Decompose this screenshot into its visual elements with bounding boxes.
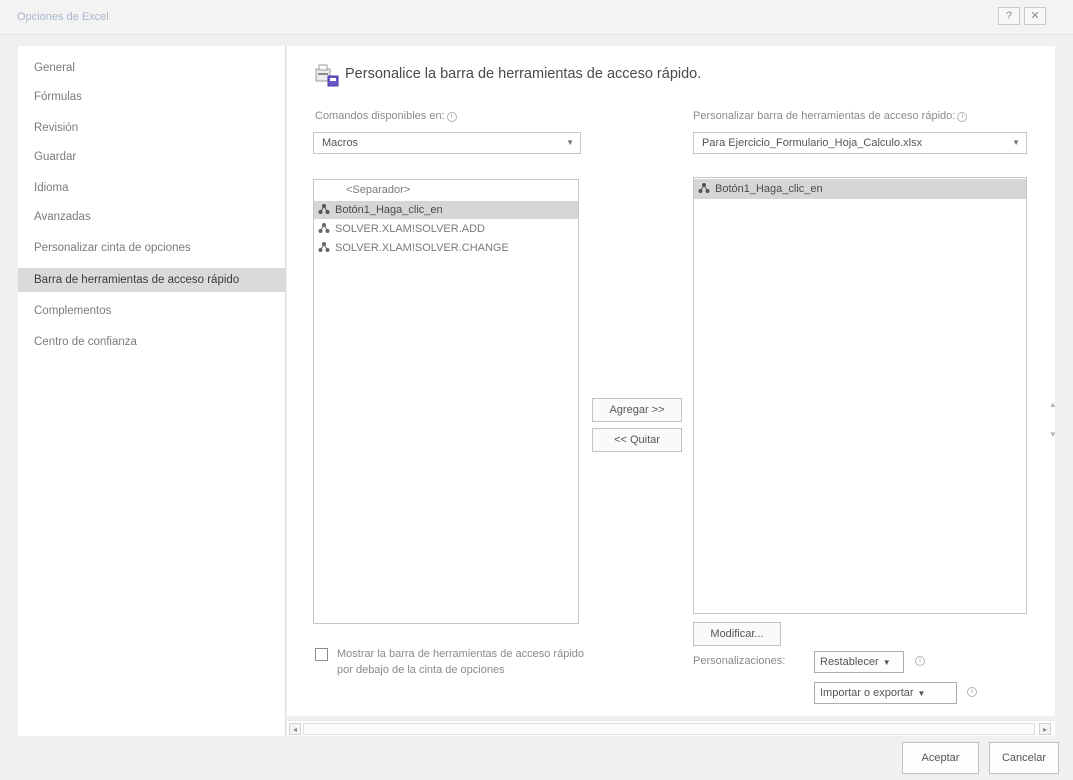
info-icon: i xyxy=(446,112,457,122)
macro-icon xyxy=(318,242,330,252)
page-heading: Personalice la barra de herramientas de … xyxy=(345,66,702,82)
modify-button[interactable]: Modificar... xyxy=(693,622,781,646)
nav-item-centro-confianza[interactable]: Centro de confianza xyxy=(18,330,286,354)
qat-scope-select[interactable]: Para Ejercicio_Formulario_Hoja_Calculo.x… xyxy=(693,132,1027,154)
macro-icon xyxy=(318,223,330,233)
list-item-macro[interactable]: SOLVER.XLAM!SOLVER.CHANGE xyxy=(314,239,578,257)
scroll-right-icon[interactable]: ▸ xyxy=(1039,723,1051,735)
close-icon: ✕ xyxy=(1030,10,1040,22)
available-commands-list[interactable]: <Separador> Botón1_Haga_clic_en SOLVER.X… xyxy=(313,179,579,624)
import-export-label: Importar o exportar xyxy=(820,687,914,699)
nav-item-revision[interactable]: Revisión xyxy=(18,116,286,140)
add-button[interactable]: Agregar >> xyxy=(592,398,682,422)
list-item-macro[interactable]: SOLVER.XLAM!SOLVER.ADD xyxy=(314,220,578,238)
customize-qat-label: Personalizar barra de herramientas de ac… xyxy=(693,110,968,122)
list-item-macro[interactable]: Botón1_Haga_clic_en xyxy=(314,201,578,219)
available-commands-text: Comandos disponibles en: xyxy=(315,110,445,122)
reset-label: Restablecer xyxy=(820,656,879,668)
title-bar: Opciones de Excel ? ✕ xyxy=(0,0,1073,35)
info-icon: i xyxy=(957,112,968,122)
import-export-dropdown-button[interactable]: Importar o exportar ▼ xyxy=(814,682,957,704)
list-item-label: SOLVER.XLAM!SOLVER.CHANGE xyxy=(335,242,509,254)
help-icon: ? xyxy=(1005,10,1013,22)
qat-commands-list[interactable]: Botón1_Haga_clic_en xyxy=(693,177,1027,614)
quick-access-toolbar-icon xyxy=(315,64,339,87)
qat-scope-value: Para Ejercicio_Formulario_Hoja_Calculo.x… xyxy=(702,137,923,149)
list-item-label: Botón1_Haga_clic_en xyxy=(715,183,823,195)
ok-button[interactable]: Aceptar xyxy=(902,742,979,774)
help-button[interactable]: ? xyxy=(998,7,1020,25)
customize-qat-text: Personalizar barra de herramientas de ac… xyxy=(693,110,956,122)
move-up-button[interactable]: ▲ xyxy=(1047,400,1059,416)
scroll-left-icon[interactable]: ◂ xyxy=(289,723,301,735)
chevron-down-icon: ▼ xyxy=(1012,138,1020,147)
scrollbar-track[interactable] xyxy=(303,723,1035,735)
nav-item-avanzadas[interactable]: Avanzadas xyxy=(18,205,286,229)
qat-panel: Personalice la barra de herramientas de … xyxy=(287,46,1057,736)
reset-dropdown-button[interactable]: Restablecer ▼ xyxy=(814,651,904,673)
info-icon: i xyxy=(967,687,977,697)
move-down-button[interactable]: ▼ xyxy=(1047,430,1059,446)
macro-icon xyxy=(318,204,330,214)
chevron-down-icon: ▼ xyxy=(917,689,926,698)
close-button[interactable]: ✕ xyxy=(1024,7,1046,25)
list-item-separator[interactable]: <Separador> xyxy=(314,181,578,199)
list-item-label: SOLVER.XLAM!SOLVER.ADD xyxy=(335,223,485,235)
macro-icon xyxy=(698,183,710,193)
nav-item-barra-acceso-rapido[interactable]: Barra de herramientas de acceso rápido xyxy=(18,268,286,292)
show-below-ribbon-label: Mostrar la barra de herramientas de acce… xyxy=(337,648,585,676)
remove-button[interactable]: << Quitar xyxy=(592,428,682,452)
customizations-label: Personalizaciones: xyxy=(693,655,786,667)
nav-item-formulas[interactable]: Fórmulas xyxy=(18,85,286,109)
window-title: Opciones de Excel xyxy=(17,11,109,23)
list-item-macro[interactable]: Botón1_Haga_clic_en xyxy=(694,179,1026,199)
nav-item-idioma[interactable]: Idioma xyxy=(18,176,286,200)
available-commands-label: Comandos disponibles en: i xyxy=(315,110,457,122)
commands-source-select[interactable]: Macros ▼ xyxy=(313,132,581,154)
cancel-button[interactable]: Cancelar xyxy=(989,742,1059,774)
chevron-down-icon: ▼ xyxy=(882,658,891,667)
nav-item-complementos[interactable]: Complementos xyxy=(18,299,286,323)
chevron-down-icon: ▼ xyxy=(566,138,574,147)
options-nav: General Fórmulas Revisión Guardar Idioma… xyxy=(18,46,286,736)
nav-item-guardar[interactable]: Guardar xyxy=(18,145,286,169)
list-item-label: Botón1_Haga_clic_en xyxy=(335,204,443,216)
commands-source-value: Macros xyxy=(322,137,359,149)
info-icon: i xyxy=(915,656,925,666)
show-below-ribbon-checkbox[interactable] xyxy=(315,648,328,661)
nav-item-personalizar-cinta[interactable]: Personalizar cinta de opciones xyxy=(18,236,286,260)
nav-item-general[interactable]: General xyxy=(18,56,286,80)
horizontal-scrollbar[interactable]: ◂ ▸ xyxy=(287,720,1055,736)
